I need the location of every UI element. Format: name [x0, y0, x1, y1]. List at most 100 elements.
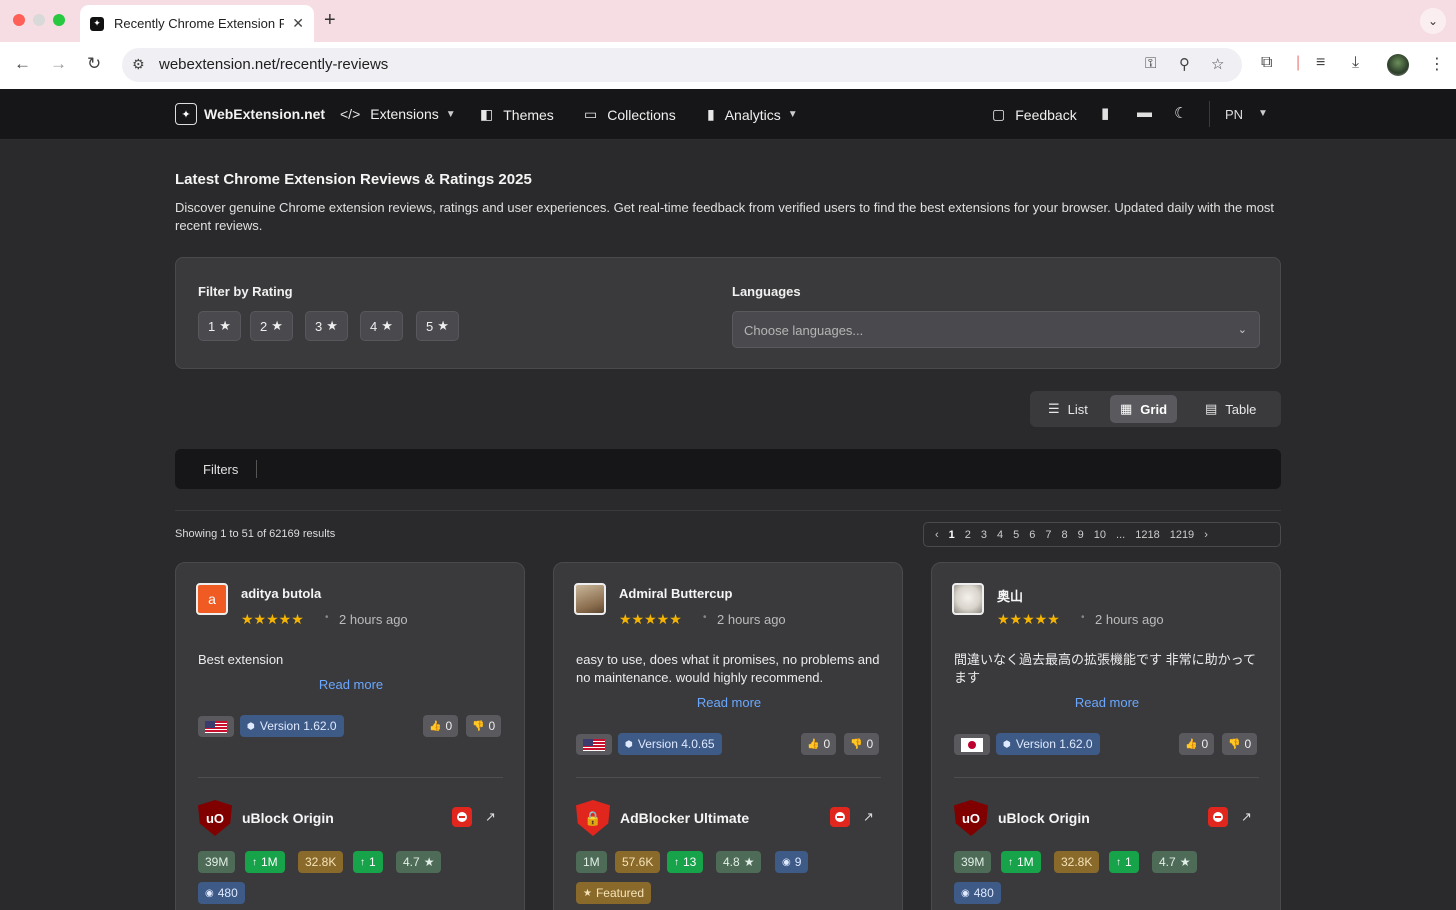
page-link[interactable]: 1219	[1170, 529, 1194, 541]
nav-feedback[interactable]: ▢ Feedback	[992, 106, 1077, 123]
rating-filter-5[interactable]: 5 ★	[416, 311, 459, 341]
browser-tab[interactable]: ✦ Recently Chrome Extension R ✕	[80, 5, 314, 42]
password-key-icon[interactable]: ⚿	[1145, 55, 1156, 72]
review-stars: ★★★★★	[997, 611, 1060, 627]
dislike-button[interactable]: 👎 0	[1222, 733, 1258, 755]
page-link[interactable]: 2	[965, 529, 971, 541]
dislike-button[interactable]: 👎 0	[844, 733, 880, 755]
address-url[interactable]: webextension.net/recently-reviews	[159, 56, 388, 73]
media-queue-icon[interactable]: ≡	[1316, 54, 1325, 72]
block-icon[interactable]	[830, 807, 850, 827]
rating-filter-2[interactable]: 2 ★	[250, 311, 293, 341]
language-selector[interactable]: PN	[1225, 107, 1243, 122]
extension-name[interactable]: uBlock Origin	[998, 810, 1090, 826]
page-link[interactable]: 4	[997, 529, 1003, 541]
page-link[interactable]: 10	[1094, 529, 1106, 541]
prev-page-icon[interactable]: ‹	[935, 529, 939, 541]
extension-name[interactable]: AdBlocker Ultimate	[620, 810, 749, 826]
view-list-button[interactable]: ☰ List	[1038, 395, 1098, 423]
external-link-icon[interactable]: ↗	[1241, 809, 1252, 825]
filters-separator	[256, 460, 257, 478]
dislike-button[interactable]: 👎 0	[466, 715, 502, 737]
site-settings-icon[interactable]: ⚙	[132, 56, 145, 73]
maximize-window-button[interactable]	[53, 14, 65, 26]
list-icon: ☰	[1048, 401, 1060, 416]
ratings-growth: 13	[683, 855, 697, 869]
nav-themes-label: Themes	[503, 106, 554, 123]
page-link[interactable]: 1	[949, 529, 955, 541]
reviewer-name: aditya butola	[241, 586, 322, 601]
page-link[interactable]: 1218	[1135, 529, 1159, 541]
read-more-link[interactable]: Read more	[176, 677, 526, 692]
page-link[interactable]: 6	[1029, 529, 1035, 541]
page-link[interactable]: 3	[981, 529, 987, 541]
rating-filter-1[interactable]: 1 ★	[198, 311, 241, 341]
like-button[interactable]: 👍 0	[423, 715, 459, 737]
site-favicon-icon: ✦	[90, 16, 104, 31]
filters-button[interactable]: Filters	[203, 462, 238, 477]
external-link-icon[interactable]: ↗	[485, 809, 496, 825]
star-icon: ★	[583, 887, 592, 899]
view-grid-button[interactable]: ▦ Grid	[1110, 395, 1178, 423]
page-link[interactable]: 9	[1078, 529, 1084, 541]
separator-dot: •	[703, 612, 707, 623]
section-divider	[175, 510, 1281, 511]
bookmark-star-icon[interactable]: ☆	[1211, 55, 1224, 73]
star-icon: ★	[437, 318, 449, 333]
thumbs-up-icon: 👍	[429, 720, 442, 732]
users-count: 39M	[205, 855, 229, 869]
address-bar[interactable]: ⚙ webextension.net/recently-reviews ⚿ ⚲ …	[122, 48, 1242, 82]
profile-avatar[interactable]	[1387, 54, 1409, 76]
folder-open-icon[interactable]: ▬	[1137, 104, 1152, 121]
languages-select[interactable]: Choose languages... ⌄	[732, 311, 1260, 348]
block-icon[interactable]	[1208, 807, 1228, 827]
chevron-down-icon[interactable]: ▼	[1258, 108, 1268, 119]
arrow-up-icon: ↑	[252, 856, 257, 868]
minimize-window-button[interactable]	[33, 14, 45, 26]
reviewer-avatar: a	[196, 583, 228, 615]
ratings-count-badge: 32.8K	[298, 851, 344, 873]
ublock-origin-logo-icon: uO	[198, 800, 232, 836]
extensions-puzzle-icon[interactable]: ⧉	[1261, 54, 1272, 72]
star-icon: ★	[381, 318, 393, 333]
close-window-button[interactable]	[13, 14, 25, 26]
forward-arrow-icon[interactable]: →	[50, 54, 67, 74]
download-icon[interactable]: ⤓	[1352, 54, 1359, 72]
read-more-link[interactable]: Read more	[554, 695, 904, 710]
tab-search-chevron-icon[interactable]: ⌄	[1420, 8, 1446, 34]
moon-icon[interactable]: ☾	[1174, 104, 1187, 122]
review-card: a aditya butola ★★★★★ • 2 hours ago Best…	[175, 562, 525, 910]
reload-icon[interactable]: ↻	[87, 54, 101, 74]
grid-icon: ▦	[1120, 401, 1133, 416]
rating-filter-4[interactable]: 4 ★	[360, 311, 403, 341]
nav-extensions[interactable]: </> Extensions ▼	[340, 106, 456, 122]
rating-filter-3[interactable]: 3 ★	[305, 311, 348, 341]
version-badge: ⬢ Version 1.62.0	[996, 733, 1100, 755]
bookmark-icon[interactable]: ▮	[1101, 104, 1109, 122]
close-tab-icon[interactable]: ✕	[292, 15, 304, 32]
block-icon[interactable]	[452, 807, 472, 827]
page-link[interactable]: 5	[1013, 529, 1019, 541]
brand[interactable]: ✦ WebExtension.net	[175, 103, 325, 125]
dislike-count: 0	[1244, 737, 1252, 751]
nav-collections[interactable]: ▭ Collections	[584, 106, 676, 123]
nav-themes[interactable]: ◧ Themes	[480, 106, 554, 123]
back-arrow-icon[interactable]: ←	[14, 54, 31, 74]
like-button[interactable]: 👍 0	[1179, 733, 1215, 755]
rating-badge: 4.7 ★	[1152, 851, 1198, 873]
extension-name[interactable]: uBlock Origin	[242, 810, 334, 826]
zoom-icon[interactable]: ⚲	[1179, 55, 1190, 73]
next-page-icon[interactable]: ›	[1204, 529, 1208, 541]
nav-analytics[interactable]: ▮ Analytics ▼	[707, 106, 798, 123]
users-count: 1M	[583, 855, 600, 869]
external-link-icon[interactable]: ↗	[863, 809, 874, 825]
rating-filter-label: 2	[260, 318, 268, 334]
browser-menu-icon[interactable]: ⋮	[1429, 54, 1445, 74]
page-link[interactable]: 7	[1045, 529, 1051, 541]
view-table-button[interactable]: ▤ Table	[1195, 395, 1266, 423]
read-more-link[interactable]: Read more	[932, 695, 1282, 710]
like-button[interactable]: 👍 0	[801, 733, 837, 755]
page-link[interactable]: 8	[1062, 529, 1068, 541]
table-icon: ▤	[1205, 401, 1218, 416]
new-tab-icon[interactable]: +	[324, 9, 336, 32]
